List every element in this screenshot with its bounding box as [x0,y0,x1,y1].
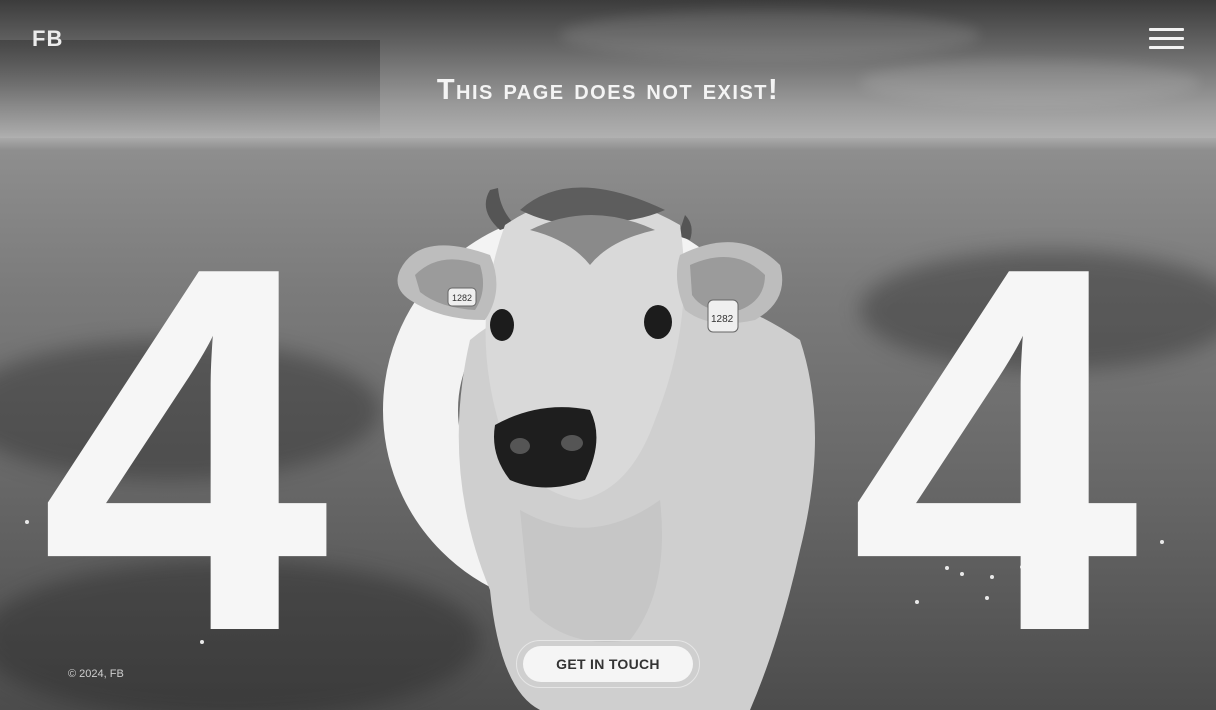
error-digit-right: 4 [850,159,1139,710]
cloud [560,10,980,60]
copyright-text: © 2024, FB [68,668,124,680]
error-digit-left: 4 [40,159,329,710]
svg-text:1282: 1282 [711,314,734,325]
flower [1160,540,1164,544]
hamburger-menu-icon[interactable] [1149,28,1184,50]
site-logo[interactable]: FB [32,26,63,52]
cow-image: 1282 1282 [397,187,815,710]
page-headline: This page does not exist! [436,74,780,106]
get-in-touch-button[interactable]: GET IN TOUCH [523,646,693,682]
flower [25,520,29,524]
svg-text:1282: 1282 [452,293,472,303]
